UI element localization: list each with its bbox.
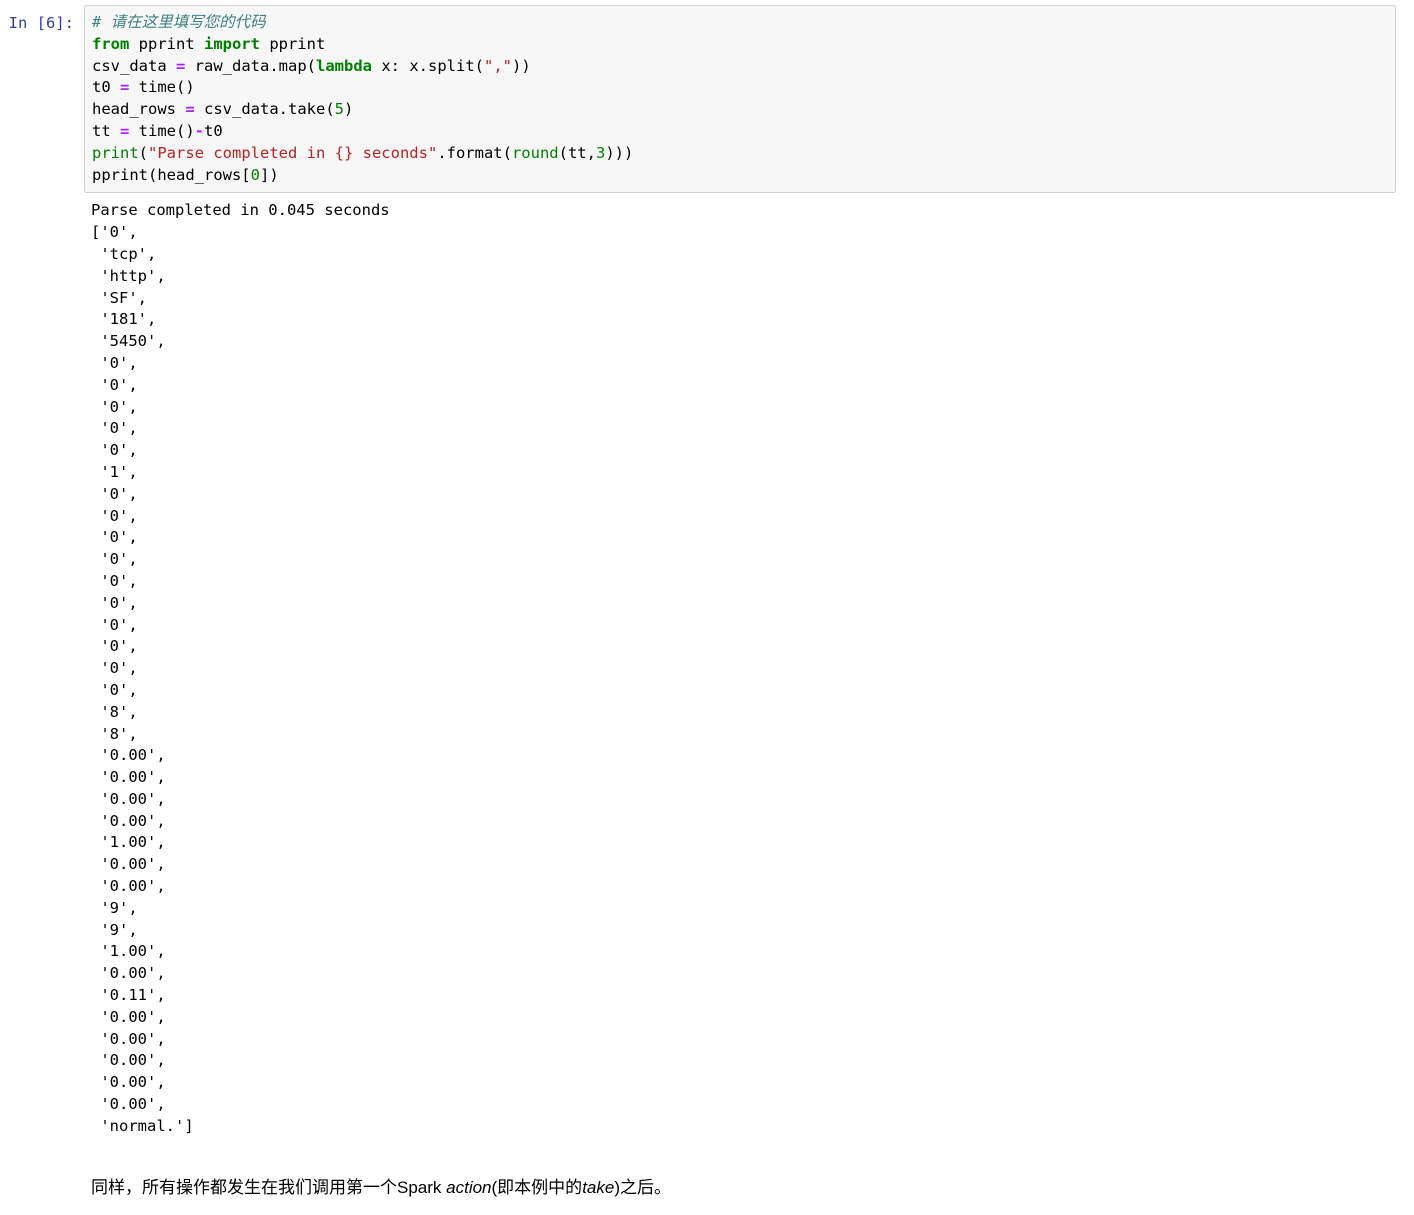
code-token-k: lambda xyxy=(316,56,372,75)
code-token-s: "Parse completed in {} seconds" xyxy=(148,143,438,162)
code-token-n: csv_data.take( xyxy=(194,100,335,119)
code-token-n: csv_data xyxy=(92,56,176,75)
markdown-paragraph: 同样，所有操作都发生在我们调用第一个Spark action(即本例中的take… xyxy=(91,1176,1414,1200)
markdown-emphasis-action: action xyxy=(446,1177,492,1197)
code-token-o: - xyxy=(194,121,205,140)
code-token-mi: 0 xyxy=(250,165,260,184)
code-token-o: = xyxy=(120,78,130,97)
notebook-markdown-cell[interactable]: 同样，所有操作都发生在我们调用第一个Spark action(即本例中的take… xyxy=(0,1138,1414,1200)
code-token-n: pprint xyxy=(129,34,204,53)
code-token-n: pprint(head_rows[ xyxy=(92,165,251,184)
code-token-n: ) xyxy=(344,100,354,119)
markdown-emphasis-take: take xyxy=(582,1177,615,1197)
code-token-n: tt xyxy=(92,121,120,140)
code-editor[interactable]: # 请在这里填写您的代码 from pprint import pprint c… xyxy=(92,12,1391,186)
output-body: Parse completed in 0.045 seconds ['0', '… xyxy=(84,200,1414,1137)
markdown-text-mid: (即本例中的 xyxy=(491,1177,583,1197)
code-token-o: = xyxy=(176,56,186,75)
markdown-text-suffix: )之后。 xyxy=(614,1177,671,1197)
code-token-n: ]) xyxy=(259,165,279,184)
code-token-n: ( xyxy=(138,143,149,162)
code-token-c: # 请在这里填写您的代码 xyxy=(92,13,266,31)
code-token-n: time() xyxy=(129,121,195,140)
code-token-n: raw_data.map( xyxy=(185,56,316,75)
code-token-mi: 3 xyxy=(595,143,606,162)
code-token-nb: print xyxy=(92,143,139,162)
code-token-n: pprint xyxy=(259,34,326,53)
code-token-n: (tt, xyxy=(558,143,596,162)
code-token-n: t0 xyxy=(204,121,223,140)
code-token-o: = xyxy=(185,100,195,119)
code-token-n: t0 xyxy=(92,78,120,97)
output-stdout-text: Parse completed in 0.045 seconds ['0', '… xyxy=(91,201,390,1135)
code-token-o: = xyxy=(120,121,130,140)
code-input-area[interactable]: # 请在这里填写您的代码 from pprint import pprint c… xyxy=(84,5,1396,194)
code-token-n: )) xyxy=(511,56,531,75)
code-token-k: import xyxy=(203,34,260,53)
code-token-n: time() xyxy=(129,78,195,97)
code-token-mi: 5 xyxy=(334,100,344,119)
code-token-n: head_rows xyxy=(92,100,186,119)
code-token-s: "," xyxy=(483,56,512,75)
code-token-k: from xyxy=(92,34,130,53)
markdown-text-prefix: 同样，所有操作都发生在我们调用第一个Spark xyxy=(91,1177,447,1197)
cell-execution-prompt: In [6]: xyxy=(8,14,74,32)
cell-output-area: Parse completed in 0.045 seconds ['0', '… xyxy=(0,193,1414,1137)
code-token-n: ))) xyxy=(605,143,634,162)
markdown-body: 同样，所有操作都发生在我们调用第一个Spark action(即本例中的take… xyxy=(84,1176,1414,1200)
notebook-code-cell[interactable]: In [6]: # 请在这里填写您的代码 from pprint import … xyxy=(0,0,1414,194)
code-token-nb: round xyxy=(511,143,559,162)
code-token-n: x: x.split( xyxy=(372,56,484,75)
code-token-n: .format( xyxy=(437,143,512,162)
